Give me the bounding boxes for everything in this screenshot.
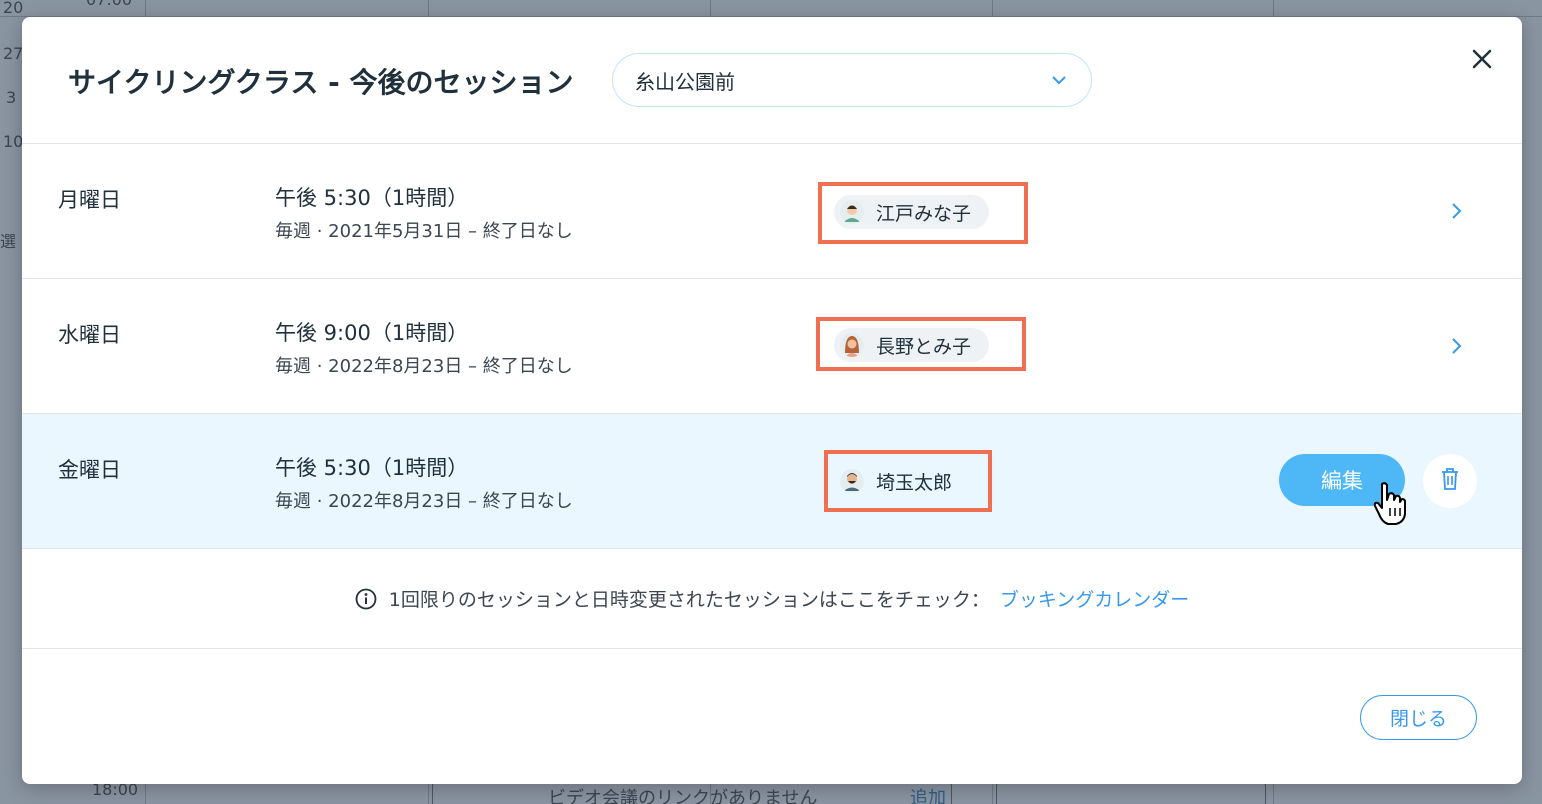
add-video-link: 追加 bbox=[910, 788, 946, 804]
session-day: 月曜日 bbox=[58, 188, 121, 212]
avatar bbox=[840, 333, 864, 357]
info-text: 1回限りのセッションと日時変更されたセッションはここをチェック： bbox=[388, 589, 990, 611]
modal-title: サイクリングクラス - 今後のセッション bbox=[68, 66, 574, 99]
chevron-right-icon[interactable] bbox=[1450, 202, 1466, 222]
session-time: 午後 5:30（1時間） bbox=[275, 456, 469, 480]
calendar-date: 27 bbox=[3, 44, 24, 63]
location-dropdown[interactable]: 糸山公園前 bbox=[612, 53, 1092, 107]
staff-chip: 江戸みな子 bbox=[834, 195, 990, 229]
session-row-monday[interactable]: 月曜日 午後 5:30（1時間） 毎週 · 2021年5月31日 – 終了日なし… bbox=[22, 144, 1522, 279]
booking-calendar-link[interactable]: ブッキングカレンダー bbox=[1000, 585, 1189, 612]
delete-button[interactable] bbox=[1423, 454, 1477, 508]
staff-chip: 長野とみ子 bbox=[834, 328, 990, 362]
calendar-event-box bbox=[996, 782, 1266, 804]
staff-name: 長野とみ子 bbox=[876, 335, 972, 358]
calendar-date: 10 bbox=[3, 132, 24, 151]
chevron-right-icon[interactable] bbox=[1450, 337, 1466, 357]
upcoming-sessions-modal: サイクリングクラス - 今後のセッション 糸山公園前 月曜日 午後 5:30（1… bbox=[22, 17, 1522, 784]
calendar-time: 07:00 bbox=[86, 0, 132, 9]
avatar bbox=[840, 200, 864, 224]
calendar-side-text: 選 bbox=[0, 232, 17, 251]
session-row-wednesday[interactable]: 水曜日 午後 9:00（1時間） 毎週 · 2022年8月23日 – 終了日なし… bbox=[22, 279, 1522, 414]
modal-header: サイクリングクラス - 今後のセッション 糸山公園前 bbox=[22, 17, 1522, 144]
avatar bbox=[840, 469, 864, 493]
staff-name: 埼玉太郎 bbox=[876, 471, 953, 494]
staff-name: 江戸みな子 bbox=[876, 202, 972, 225]
calendar-date: 3 bbox=[6, 88, 17, 107]
session-time: 午後 9:00（1時間） bbox=[275, 321, 469, 345]
session-row-friday[interactable]: 金曜日 午後 5:30（1時間） 毎週 · 2022年8月23日 – 終了日なし… bbox=[22, 414, 1522, 549]
trash-icon bbox=[1440, 467, 1460, 495]
calendar-date: 20 bbox=[3, 0, 24, 17]
info-banner: 1回限りのセッションと日時変更されたセッションはここをチェック： ブッキングカレ… bbox=[22, 549, 1522, 649]
session-recurrence: 毎週 · 2021年5月31日 – 終了日なし bbox=[275, 221, 573, 242]
info-icon bbox=[355, 588, 377, 610]
staff-chip: 埼玉太郎 bbox=[834, 464, 970, 498]
session-time: 午後 5:30（1時間） bbox=[275, 186, 469, 210]
session-recurrence: 毎週 · 2022年8月23日 – 終了日なし bbox=[275, 491, 573, 512]
session-recurrence: 毎週 · 2022年8月23日 – 終了日なし bbox=[275, 356, 573, 377]
chevron-down-icon bbox=[1049, 70, 1069, 90]
close-button[interactable]: 閉じる bbox=[1360, 695, 1477, 740]
video-link-message: ビデオ会議のリンクがありません bbox=[548, 788, 818, 804]
session-day: 水曜日 bbox=[58, 323, 121, 347]
close-icon[interactable] bbox=[1468, 45, 1496, 73]
location-dropdown-value: 糸山公園前 bbox=[635, 69, 735, 94]
session-day: 金曜日 bbox=[58, 458, 121, 482]
hand-cursor-icon bbox=[1370, 480, 1410, 528]
